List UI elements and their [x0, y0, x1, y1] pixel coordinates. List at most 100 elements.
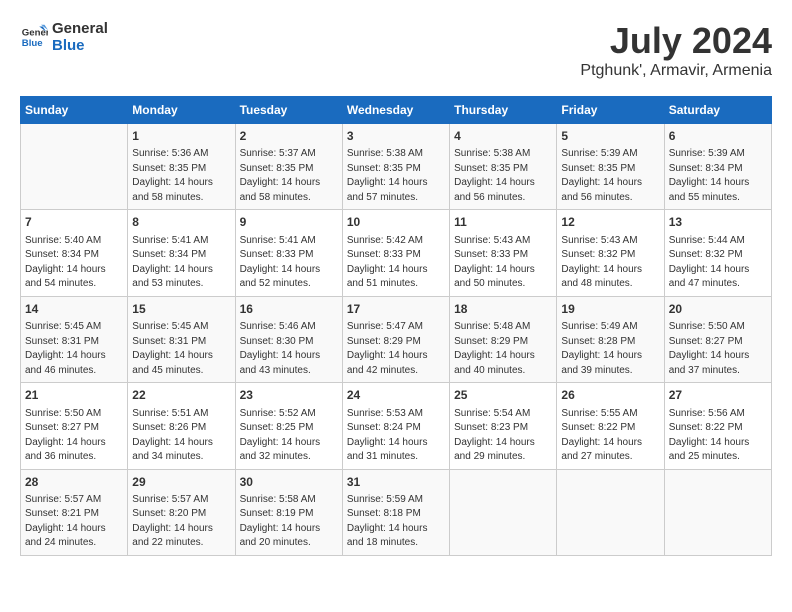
day-number: 9 — [240, 214, 338, 231]
calendar-cell: 30 Sunrise: 5:58 AM Sunset: 8:19 PM Dayli… — [235, 469, 342, 555]
calendar-subtitle: Ptghunk', Armavir, Armenia — [580, 62, 772, 80]
calendar-cell: 19Sunrise: 5:49 AM Sunset: 8:28 PM Dayli… — [557, 296, 664, 382]
day-info: Sunrise: 5:53 AM Sunset: 8:24 PM Dayligh… — [347, 407, 445, 465]
calendar-cell: 21 Sunrise: 5:50 AM Sunset: 8:27 PM Dayli… — [21, 383, 128, 469]
svg-text:Blue: Blue — [22, 38, 43, 49]
logo-line1: General — [52, 20, 108, 37]
day-info: Sunrise: 5:40 AM Sunset: 8:34 PM Dayligh… — [25, 234, 123, 292]
calendar-cell: 13 Sunrise: 5:44 AM Sunset: 8:32 PM Dayli… — [664, 210, 771, 296]
calendar-cell: 25 Sunrise: 5:54 AM Sunset: 8:23 PM Dayli… — [450, 383, 557, 469]
day-info: Sunrise: 5:37 AM Sunset: 8:35 PM Dayligh… — [240, 147, 338, 205]
calendar-cell: 27 Sunrise: 5:56 AM Sunset: 8:22 PM Dayli… — [664, 383, 771, 469]
day-number: 27 — [669, 387, 767, 404]
day-info: Sunrise: 5:48 AM Sunset: 8:29 PM Dayligh… — [454, 320, 552, 378]
day-number: 22 — [132, 387, 230, 404]
calendar-cell: 3Sunrise: 5:38 AM Sunset: 8:35 PM Daylig… — [342, 124, 449, 210]
page-header: General Blue General Blue July 2024 Ptgh… — [20, 20, 772, 80]
calendar-cell — [664, 469, 771, 555]
day-number: 2 — [240, 128, 338, 145]
day-number: 19 — [561, 301, 659, 318]
calendar-cell: 6Sunrise: 5:39 AM Sunset: 8:34 PM Daylig… — [664, 124, 771, 210]
calendar-cell: 10Sunrise: 5:42 AM Sunset: 8:33 PM Dayli… — [342, 210, 449, 296]
day-number: 5 — [561, 128, 659, 145]
day-info: Sunrise: 5:46 AM Sunset: 8:30 PM Dayligh… — [240, 320, 338, 378]
day-info: Sunrise: 5:50 AM Sunset: 8:27 PM Dayligh… — [25, 407, 123, 465]
day-number: 28 — [25, 474, 123, 491]
day-info: Sunrise: 5:50 AM Sunset: 8:27 PM Dayligh… — [669, 320, 767, 378]
calendar-cell: 28 Sunrise: 5:57 AM Sunset: 8:21 PM Dayli… — [21, 469, 128, 555]
calendar-cell: 11 Sunrise: 5:43 AM Sunset: 8:33 PM Dayli… — [450, 210, 557, 296]
day-info: Sunrise: 5:56 AM Sunset: 8:22 PM Dayligh… — [669, 407, 767, 465]
weekday-header: Tuesday — [235, 97, 342, 124]
calendar-cell: 7 Sunrise: 5:40 AM Sunset: 8:34 PM Daylig… — [21, 210, 128, 296]
calendar-week-row: 1Sunrise: 5:36 AM Sunset: 8:35 PM Daylig… — [21, 124, 772, 210]
weekday-header: Friday — [557, 97, 664, 124]
day-info: Sunrise: 5:38 AM Sunset: 8:35 PM Dayligh… — [454, 147, 552, 205]
calendar-cell: 4 Sunrise: 5:38 AM Sunset: 8:35 PM Daylig… — [450, 124, 557, 210]
day-info: Sunrise: 5:44 AM Sunset: 8:32 PM Dayligh… — [669, 234, 767, 292]
day-number: 18 — [454, 301, 552, 318]
title-block: July 2024 Ptghunk', Armavir, Armenia — [580, 20, 772, 80]
calendar-cell: 9 Sunrise: 5:41 AM Sunset: 8:33 PM Daylig… — [235, 210, 342, 296]
calendar-cell — [21, 124, 128, 210]
day-info: Sunrise: 5:45 AM Sunset: 8:31 PM Dayligh… — [132, 320, 230, 378]
calendar-header-row: SundayMondayTuesdayWednesdayThursdayFrid… — [21, 97, 772, 124]
calendar-cell — [450, 469, 557, 555]
day-info: Sunrise: 5:59 AM Sunset: 8:18 PM Dayligh… — [347, 493, 445, 551]
day-number: 17 — [347, 301, 445, 318]
day-info: Sunrise: 5:43 AM Sunset: 8:32 PM Dayligh… — [561, 234, 659, 292]
day-info: Sunrise: 5:39 AM Sunset: 8:34 PM Dayligh… — [669, 147, 767, 205]
day-number: 14 — [25, 301, 123, 318]
day-info: Sunrise: 5:38 AM Sunset: 8:35 PM Dayligh… — [347, 147, 445, 205]
logo: General Blue General Blue — [20, 20, 108, 54]
day-number: 26 — [561, 387, 659, 404]
day-number: 15 — [132, 301, 230, 318]
calendar-week-row: 21 Sunrise: 5:50 AM Sunset: 8:27 PM Dayli… — [21, 383, 772, 469]
calendar-cell: 1Sunrise: 5:36 AM Sunset: 8:35 PM Daylig… — [128, 124, 235, 210]
day-number: 11 — [454, 214, 552, 231]
day-number: 21 — [25, 387, 123, 404]
day-info: Sunrise: 5:52 AM Sunset: 8:25 PM Dayligh… — [240, 407, 338, 465]
weekday-header: Monday — [128, 97, 235, 124]
weekday-header: Wednesday — [342, 97, 449, 124]
calendar-title: July 2024 — [580, 20, 772, 62]
calendar-cell: 2 Sunrise: 5:37 AM Sunset: 8:35 PM Daylig… — [235, 124, 342, 210]
calendar-cell: 22Sunrise: 5:51 AM Sunset: 8:26 PM Dayli… — [128, 383, 235, 469]
day-number: 30 — [240, 474, 338, 491]
calendar-table: SundayMondayTuesdayWednesdayThursdayFrid… — [20, 96, 772, 556]
calendar-cell: 16 Sunrise: 5:46 AM Sunset: 8:30 PM Dayli… — [235, 296, 342, 382]
day-info: Sunrise: 5:42 AM Sunset: 8:33 PM Dayligh… — [347, 234, 445, 292]
day-number: 20 — [669, 301, 767, 318]
day-number: 16 — [240, 301, 338, 318]
day-info: Sunrise: 5:47 AM Sunset: 8:29 PM Dayligh… — [347, 320, 445, 378]
logo-line2: Blue — [52, 37, 108, 54]
day-number: 31 — [347, 474, 445, 491]
day-info: Sunrise: 5:54 AM Sunset: 8:23 PM Dayligh… — [454, 407, 552, 465]
weekday-header: Saturday — [664, 97, 771, 124]
day-number: 4 — [454, 128, 552, 145]
calendar-week-row: 7 Sunrise: 5:40 AM Sunset: 8:34 PM Daylig… — [21, 210, 772, 296]
day-number: 13 — [669, 214, 767, 231]
day-info: Sunrise: 5:39 AM Sunset: 8:35 PM Dayligh… — [561, 147, 659, 205]
calendar-week-row: 14 Sunrise: 5:45 AM Sunset: 8:31 PM Dayli… — [21, 296, 772, 382]
calendar-cell: 31 Sunrise: 5:59 AM Sunset: 8:18 PM Dayli… — [342, 469, 449, 555]
calendar-cell: 26Sunrise: 5:55 AM Sunset: 8:22 PM Dayli… — [557, 383, 664, 469]
calendar-cell: 17 Sunrise: 5:47 AM Sunset: 8:29 PM Dayli… — [342, 296, 449, 382]
day-number: 25 — [454, 387, 552, 404]
day-info: Sunrise: 5:41 AM Sunset: 8:33 PM Dayligh… — [240, 234, 338, 292]
calendar-cell: 23Sunrise: 5:52 AM Sunset: 8:25 PM Dayli… — [235, 383, 342, 469]
day-number: 1 — [132, 128, 230, 145]
calendar-cell: 5 Sunrise: 5:39 AM Sunset: 8:35 PM Daylig… — [557, 124, 664, 210]
day-info: Sunrise: 5:45 AM Sunset: 8:31 PM Dayligh… — [25, 320, 123, 378]
day-info: Sunrise: 5:43 AM Sunset: 8:33 PM Dayligh… — [454, 234, 552, 292]
day-number: 7 — [25, 214, 123, 231]
calendar-cell: 8 Sunrise: 5:41 AM Sunset: 8:34 PM Daylig… — [128, 210, 235, 296]
calendar-cell: 12Sunrise: 5:43 AM Sunset: 8:32 PM Dayli… — [557, 210, 664, 296]
day-info: Sunrise: 5:57 AM Sunset: 8:21 PM Dayligh… — [25, 493, 123, 551]
calendar-cell: 20 Sunrise: 5:50 AM Sunset: 8:27 PM Dayli… — [664, 296, 771, 382]
weekday-header: Thursday — [450, 97, 557, 124]
day-info: Sunrise: 5:41 AM Sunset: 8:34 PM Dayligh… — [132, 234, 230, 292]
day-info: Sunrise: 5:57 AM Sunset: 8:20 PM Dayligh… — [132, 493, 230, 551]
day-number: 8 — [132, 214, 230, 231]
day-info: Sunrise: 5:58 AM Sunset: 8:19 PM Dayligh… — [240, 493, 338, 551]
